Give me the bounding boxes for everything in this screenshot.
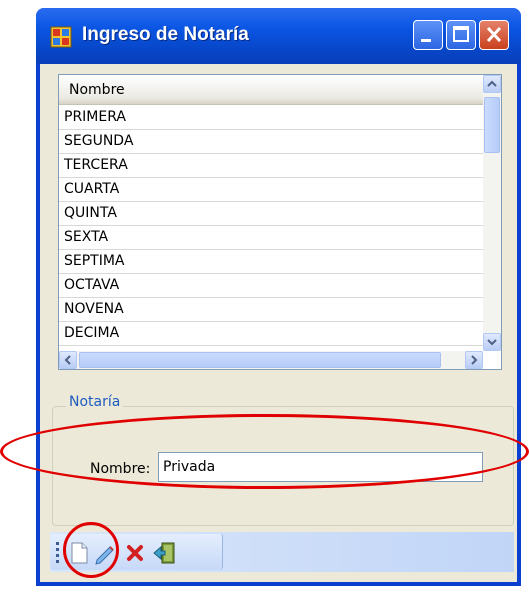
table-row[interactable]: TERCERA [59,154,483,178]
group-label: Notaría [66,394,124,410]
scroll-up-button[interactable] [483,75,501,93]
chevron-left-icon [64,355,71,365]
table-row[interactable]: OCTAVA [59,274,483,298]
horizontal-scrollbar[interactable] [59,351,483,369]
toolstrip [50,532,514,572]
table-row[interactable]: SEPTIMA [59,250,483,274]
annotation-circle-nombre [0,414,529,489]
table-row[interactable]: QUINTA [59,202,483,226]
window-title: Ingreso de Notaría [82,24,249,45]
chevron-down-icon [487,339,497,346]
notaria-grid[interactable]: Nombre PRIMERA SEGUNDA TERCERA CUARTA QU… [58,74,502,370]
minimize-button[interactable] [413,20,443,50]
maximize-icon [453,26,469,42]
horizontal-scroll-thumb[interactable] [79,352,441,368]
delete-icon[interactable] [122,540,148,566]
table-row[interactable]: SEXTA [59,226,483,250]
minimize-icon [421,39,431,42]
table-row[interactable]: PRIMERA [59,106,483,130]
column-header-label: Nombre [69,82,125,98]
title-bar[interactable]: Ingreso de Notaría [36,8,521,64]
client-area: Nombre PRIMERA SEGUNDA TERCERA CUARTA QU… [40,64,517,582]
close-button[interactable] [479,20,509,50]
table-row[interactable]: SEGUNDA [59,130,483,154]
grid-rows: PRIMERA SEGUNDA TERCERA CUARTA QUINTA SE… [59,106,483,346]
scroll-left-button[interactable] [59,351,77,369]
grip-icon[interactable] [56,542,59,564]
scroll-right-button[interactable] [465,351,483,369]
table-row[interactable]: DECIMA [59,322,483,346]
column-header-nombre[interactable]: Nombre [59,75,483,105]
chevron-right-icon [471,355,478,365]
annotation-circle-new [63,522,119,578]
close-icon [486,26,502,43]
exit-icon[interactable] [152,540,178,566]
vertical-scrollbar[interactable] [483,75,501,351]
table-row[interactable]: NOVENA [59,298,483,322]
scroll-down-button[interactable] [483,333,501,351]
form-icon [50,26,72,48]
vertical-scroll-thumb[interactable] [484,97,500,153]
table-row[interactable]: CUARTA [59,178,483,202]
chevron-up-icon [487,80,497,87]
app-window: Ingreso de Notaría Nombre PRIMERA SEGUND… [36,8,521,586]
maximize-button[interactable] [446,20,476,50]
